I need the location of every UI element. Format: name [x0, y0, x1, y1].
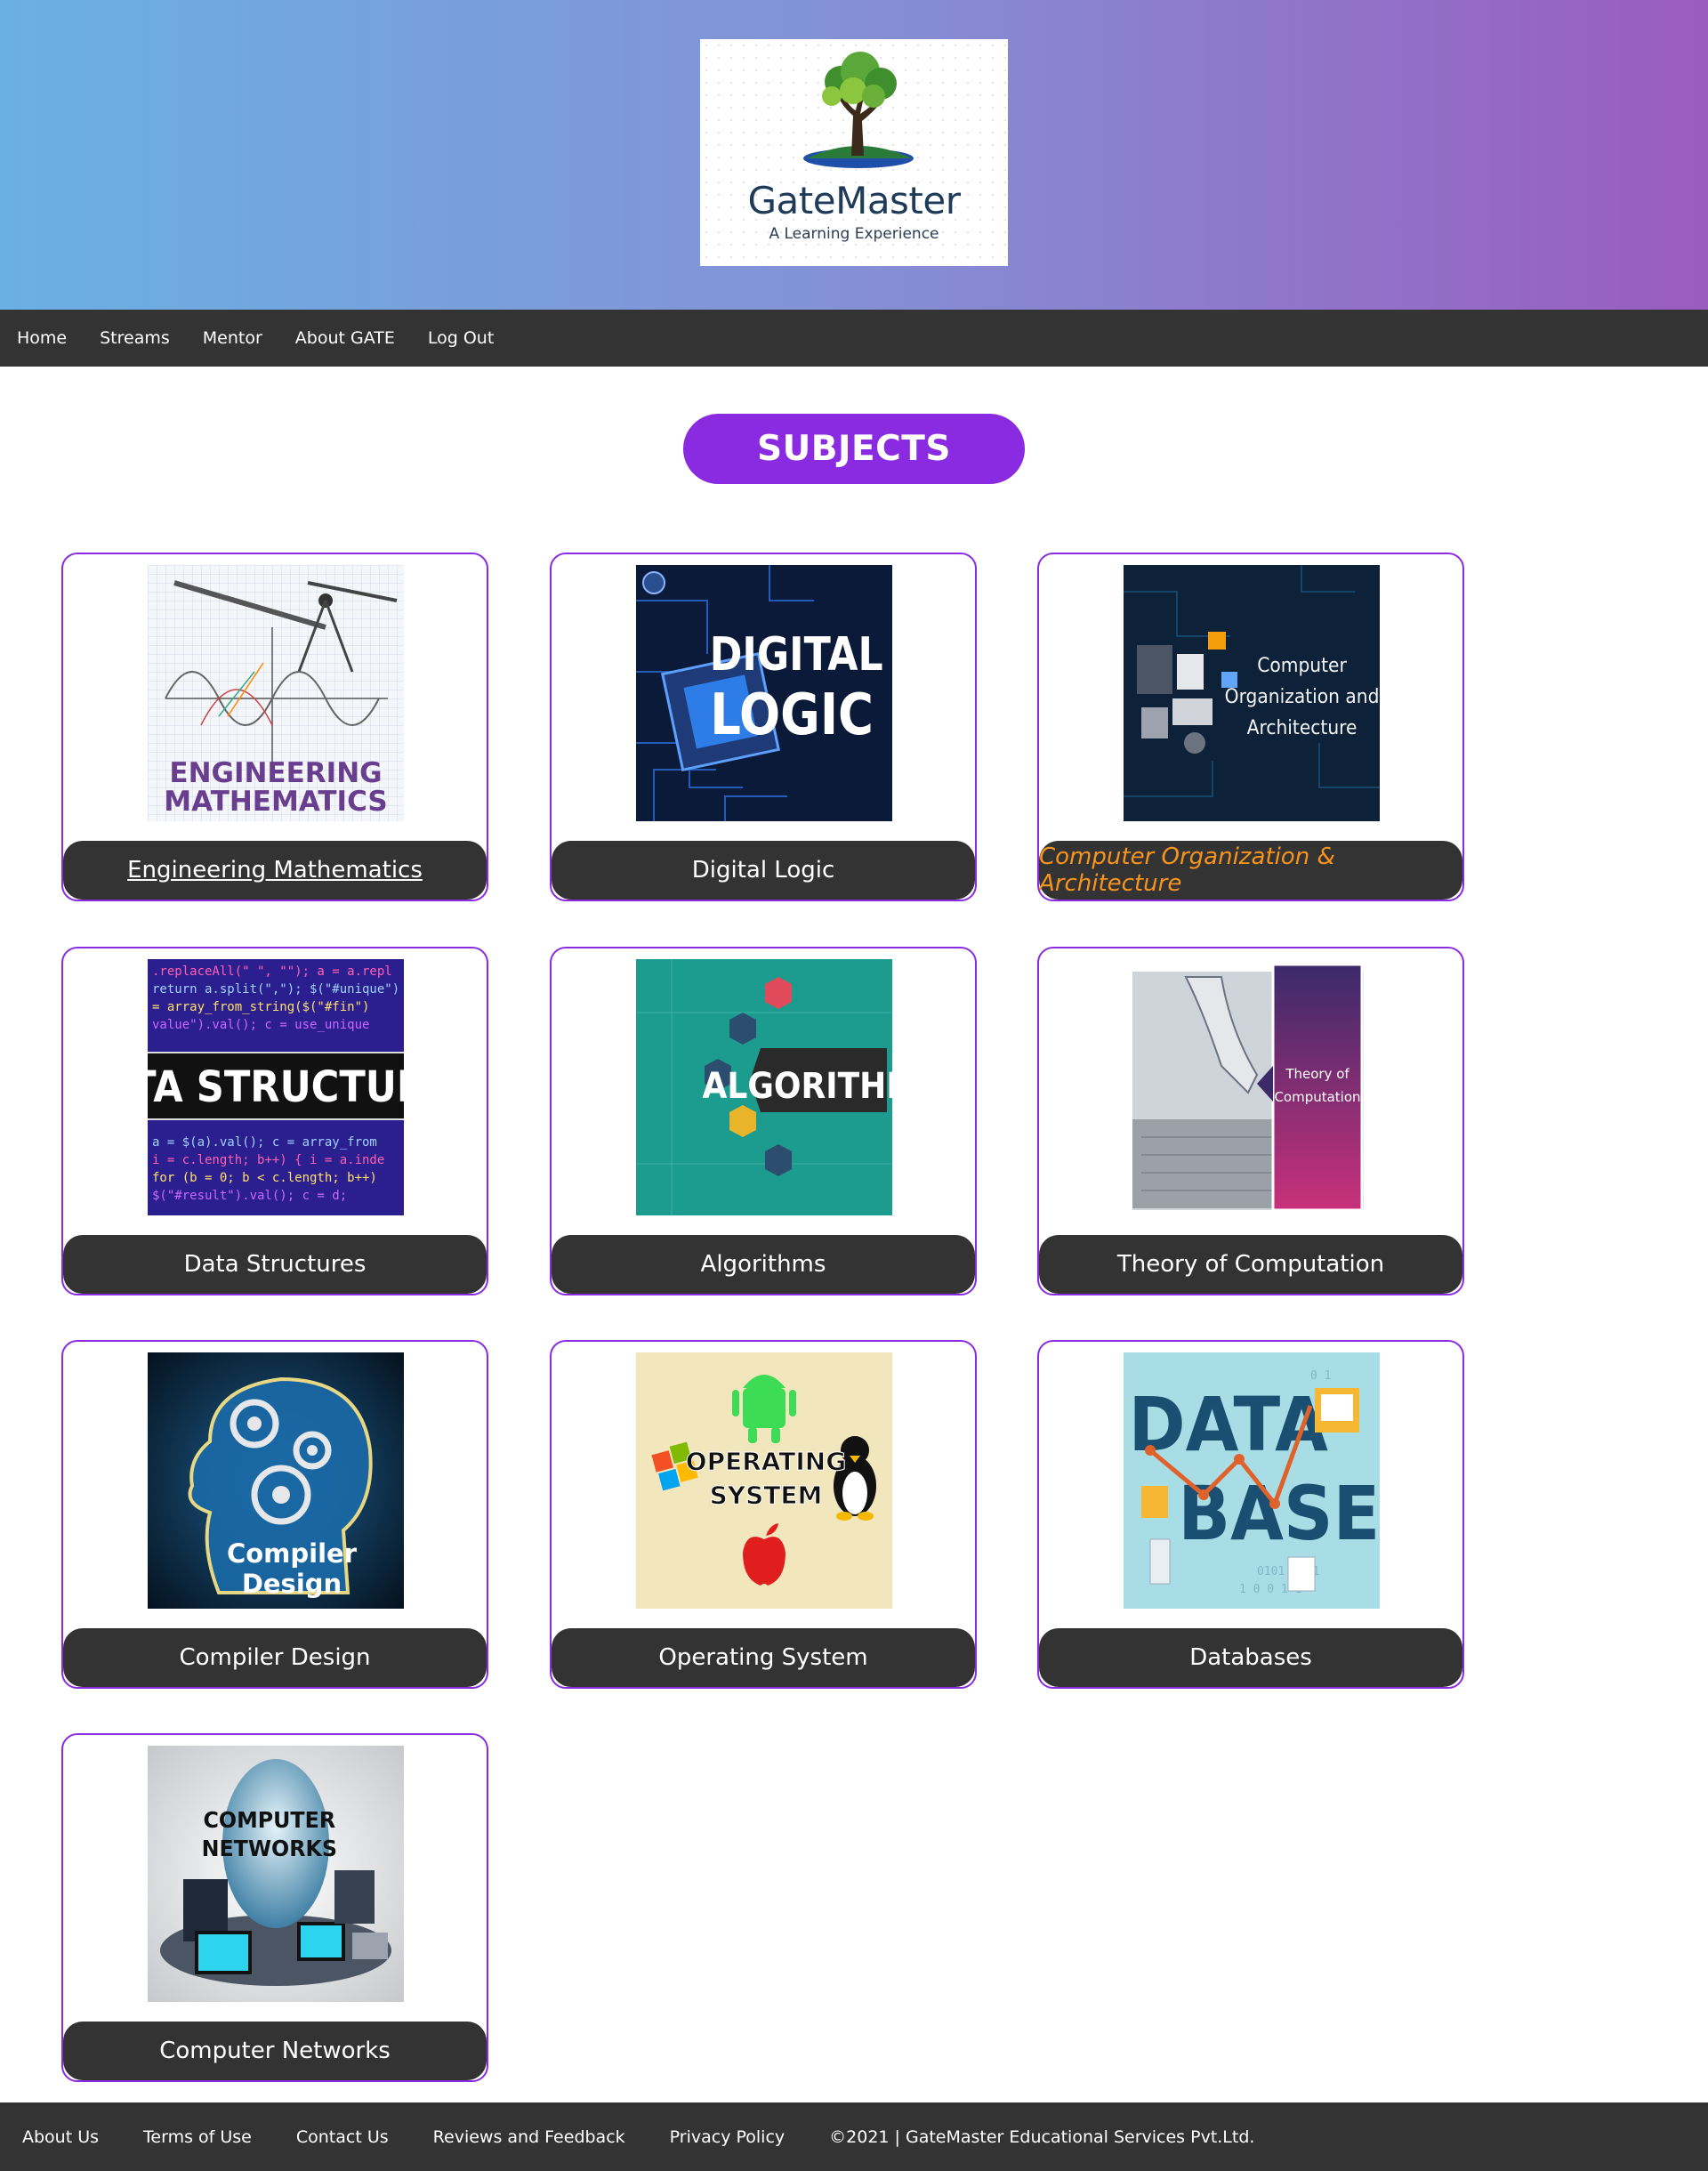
- computer-organization-image: Computer Organization and Architecture: [1124, 565, 1380, 821]
- computer-organization-image-text-1: Computer: [1257, 653, 1347, 676]
- computer-networks-image: COMPUTER NETWORKS: [148, 1746, 404, 2002]
- subject-card-digital-logic[interactable]: DIGITAL LOGIC Digital Logic: [550, 553, 977, 901]
- svg-text:$("#result").val(); c = d;: $("#result").val(); c = d;: [152, 1189, 347, 1203]
- footer-contact-us[interactable]: Contact Us: [296, 2127, 389, 2147]
- computer-organization-image-text-3: Architecture: [1247, 715, 1358, 738]
- subject-card-algorithms[interactable]: ALGORITHMS Algorithms: [550, 947, 977, 1295]
- nav-log-out[interactable]: Log Out: [428, 328, 494, 348]
- nav-mentor[interactable]: Mentor: [203, 328, 262, 348]
- data-structures-image-text-1: DATA STRUCTURES: [148, 1062, 404, 1112]
- subject-label-computer-organization[interactable]: Computer Organization & Architecture: [1039, 841, 1462, 900]
- computer-organization-image-text-2: Organization and: [1225, 684, 1380, 707]
- algorithms-image-text-1: ALGORITHMS: [703, 1065, 892, 1106]
- theory-of-computation-image: Theory of Computation: [1124, 959, 1380, 1215]
- operating-system-image: OPERATING SYSTEM: [636, 1352, 892, 1609]
- footer-privacy-policy[interactable]: Privacy Policy: [670, 2127, 785, 2147]
- compiler-design-image: Compiler Design: [148, 1352, 404, 1609]
- subject-card-theory-of-computation[interactable]: Theory of Computation Theory of Computat…: [1037, 947, 1464, 1295]
- subject-card-engineering-mathematics[interactable]: ENGINEERING MATHEMATICS Engineering Math…: [61, 553, 488, 901]
- subject-card-computer-organization[interactable]: Computer Organization and Architecture C…: [1037, 553, 1464, 901]
- logo-name: GateMaster: [747, 179, 961, 222]
- subject-label-operating-system[interactable]: Operating System: [552, 1628, 975, 1687]
- engineering-mathematics-image-text-2: MATHEMATICS: [164, 786, 387, 818]
- subject-label-data-structures[interactable]: Data Structures: [63, 1235, 487, 1294]
- svg-text:.replaceAll(" ", ""); a = a.re: .replaceAll(" ", ""); a = a.repl: [152, 964, 392, 979]
- footer-terms-of-use[interactable]: Terms of Use: [143, 2127, 252, 2147]
- svg-text:value").val(); c = use_unique: value").val(); c = use_unique: [152, 1018, 369, 1032]
- operating-system-image-text-2: SYSTEM: [710, 1481, 823, 1510]
- computer-networks-image-text-1: COMPUTER: [203, 1806, 335, 1833]
- footer-copyright: ©2021 | GateMaster Educational Services …: [829, 2127, 1255, 2147]
- digital-logic-image-text-2: LOGIC: [710, 682, 874, 748]
- computer-networks-image-text-2: NETWORKS: [202, 1835, 337, 1861]
- theory-of-computation-image-text-1: Theory of: [1285, 1066, 1349, 1082]
- data-structures-image: .replaceAll(" ", ""); a = a.repl return …: [148, 959, 404, 1215]
- svg-text:= array_from_string($("#fin"): = array_from_string($("#fin"): [152, 1000, 369, 1014]
- subject-card-operating-system[interactable]: OPERATING SYSTEM Operating System: [550, 1340, 977, 1689]
- subjects-heading: SUBJECTS: [683, 414, 1025, 484]
- engineering-mathematics-image: ENGINEERING MATHEMATICS: [148, 565, 404, 821]
- theory-of-computation-image-text-2: Computation: [1274, 1089, 1360, 1105]
- subject-label-algorithms[interactable]: Algorithms: [552, 1235, 975, 1294]
- main-navbar: Home Streams Mentor About GATE Log Out: [0, 310, 1708, 367]
- subject-label-databases[interactable]: Databases: [1039, 1628, 1462, 1687]
- header-banner: GateMaster A Learning Experience: [0, 0, 1708, 310]
- svg-text:0 1: 0 1: [1310, 1369, 1331, 1383]
- subject-label-engineering-mathematics[interactable]: Engineering Mathematics: [63, 841, 487, 900]
- tree-logo-icon: [803, 52, 914, 168]
- algorithms-image: ALGORITHMS: [636, 959, 892, 1215]
- footer-about-us[interactable]: About Us: [22, 2127, 99, 2147]
- svg-text:for (b = 0; b < c.length; b++): for (b = 0; b < c.length; b++): [152, 1171, 377, 1185]
- footer-reviews-feedback[interactable]: Reviews and Feedback: [433, 2127, 625, 2147]
- subject-label-digital-logic[interactable]: Digital Logic: [552, 841, 975, 900]
- svg-text:a = $(a).val(); c = array_from: a = $(a).val(); c = array_from: [152, 1135, 377, 1150]
- svg-text:return a.split(","); $("#uniqu: return a.split(","); $("#unique"): [152, 982, 399, 997]
- engineering-mathematics-image-text-1: ENGINEERING: [169, 757, 382, 789]
- subject-card-compiler-design[interactable]: Compiler Design Compiler Design: [61, 1340, 488, 1689]
- svg-text:i = c.length; b++) { i = a.ind: i = c.length; b++) { i = a.inde: [152, 1153, 384, 1167]
- nav-streams[interactable]: Streams: [100, 328, 170, 348]
- subject-card-data-structures[interactable]: .replaceAll(" ", ""); a = a.repl return …: [61, 947, 488, 1295]
- databases-image: 0101 10011 0 0 1 1 0 1 DATA BASE: [1124, 1352, 1380, 1609]
- site-logo[interactable]: GateMaster A Learning Experience: [700, 39, 1008, 266]
- subject-label-computer-networks[interactable]: Computer Networks: [63, 2022, 487, 2080]
- digital-logic-image-text-1: DIGITAL: [710, 628, 883, 682]
- digital-logic-image: DIGITAL LOGIC: [636, 565, 892, 821]
- subject-card-computer-networks[interactable]: COMPUTER NETWORKS Computer Networks: [61, 1733, 488, 2082]
- site-footer: About Us Terms of Use Contact Us Reviews…: [0, 2102, 1708, 2171]
- compiler-design-image-text-1: Compiler: [227, 1538, 358, 1569]
- subject-label-theory-of-computation[interactable]: Theory of Computation: [1039, 1235, 1462, 1294]
- databases-image-text-2: BASE: [1178, 1471, 1380, 1558]
- nav-about-gate[interactable]: About GATE: [295, 328, 395, 348]
- subject-label-compiler-design[interactable]: Compiler Design: [63, 1628, 487, 1687]
- nav-home[interactable]: Home: [17, 328, 67, 348]
- subject-card-databases[interactable]: 0101 10011 0 0 1 1 0 1 DATA BASE Databas…: [1037, 1340, 1464, 1689]
- operating-system-image-text-1: OPERATING: [686, 1447, 846, 1476]
- compiler-design-image-text-2: Design: [242, 1569, 342, 1599]
- logo-tagline: A Learning Experience: [769, 225, 939, 243]
